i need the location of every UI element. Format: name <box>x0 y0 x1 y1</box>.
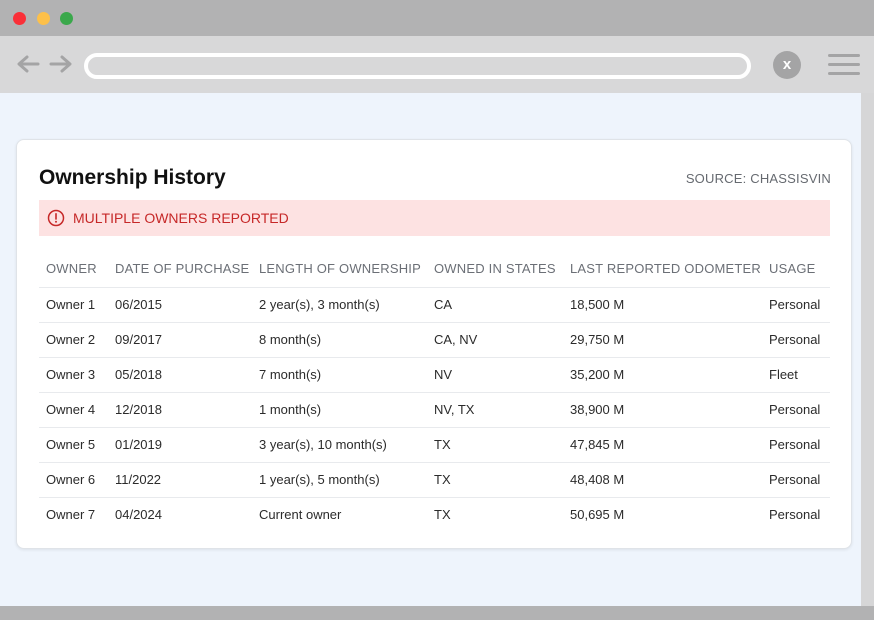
table-row: Owner 1 06/2015 2 year(s), 3 month(s) CA… <box>39 288 830 323</box>
odometer-cell: 47,845 M <box>570 437 625 452</box>
alert-text: MULTIPLE OWNERS REPORTED <box>73 210 289 226</box>
odometer-cell: 35,200 M <box>570 367 625 382</box>
date-of-purchase-cell: 01/2019 <box>115 437 162 452</box>
title-bar <box>0 0 874 36</box>
usage-cell: Personal <box>769 297 821 312</box>
length-of-ownership-cell: 3 year(s), 10 month(s) <box>259 437 387 452</box>
source-label: SOURCE: CHASSISVIN <box>685 171 831 186</box>
usage-cell: Personal <box>769 402 821 417</box>
address-bar[interactable] <box>84 53 751 79</box>
ownership-table: OWNER DATE OF PURCHASE LENGTH OF OWNERSH… <box>39 252 830 532</box>
alert-banner: MULTIPLE OWNERS REPORTED <box>39 200 830 236</box>
table-row: Owner 7 04/2024 Current owner TX 50,695 … <box>39 498 830 532</box>
ownership-history-card: Ownership History SOURCE: CHASSISVIN MUL… <box>16 139 852 549</box>
page-title: Ownership History <box>39 166 226 189</box>
usage-cell: Fleet <box>769 367 798 382</box>
length-of-ownership-cell: 8 month(s) <box>259 332 322 347</box>
usage-cell: Personal <box>769 507 821 522</box>
column-header-last-reported-odometer: LAST REPORTED ODOMETER <box>570 261 762 276</box>
table-row: Owner 3 05/2018 7 month(s) NV 35,200 M F… <box>39 358 830 393</box>
odometer-cell: 18,500 M <box>570 297 625 312</box>
window-close-button[interactable] <box>13 12 26 25</box>
odometer-cell: 48,408 M <box>570 472 625 487</box>
length-of-ownership-cell: Current owner <box>259 507 342 522</box>
table-row: Owner 2 09/2017 8 month(s) CA, NV 29,750… <box>39 323 830 358</box>
owner-cell: Owner 4 <box>46 402 96 417</box>
owned-in-states-cell: CA, NV <box>434 332 478 347</box>
table-row: Owner 5 01/2019 3 year(s), 10 month(s) T… <box>39 428 830 463</box>
odometer-cell: 29,750 M <box>570 332 625 347</box>
column-header-length-of-ownership: LENGTH OF OWNERSHIP <box>259 261 421 276</box>
owned-in-states-cell: TX <box>434 472 451 487</box>
date-of-purchase-cell: 12/2018 <box>115 402 162 417</box>
odometer-cell: 50,695 M <box>570 507 625 522</box>
odometer-cell: 38,900 M <box>570 402 625 417</box>
owned-in-states-cell: CA <box>434 297 453 312</box>
column-header-date-of-purchase: DATE OF PURCHASE <box>115 261 250 276</box>
owner-cell: Owner 1 <box>46 297 96 312</box>
column-header-owned-in-states: OWNED IN STATES <box>434 261 556 276</box>
arrow-right-icon[interactable] <box>49 54 73 74</box>
column-header-owner: OWNER <box>46 261 97 276</box>
browser-toolbar: x <box>0 36 874 93</box>
owner-cell: Owner 6 <box>46 472 96 487</box>
table-row: Owner 6 11/2022 1 year(s), 5 month(s) TX… <box>39 463 830 498</box>
date-of-purchase-cell: 09/2017 <box>115 332 162 347</box>
date-of-purchase-cell: 04/2024 <box>115 507 162 522</box>
owned-in-states-cell: NV, TX <box>434 402 475 417</box>
arrow-left-icon[interactable] <box>16 54 40 74</box>
table-row: Owner 4 12/2018 1 month(s) NV, TX 38,900… <box>39 393 830 428</box>
length-of-ownership-cell: 1 month(s) <box>259 402 322 417</box>
owner-cell: Owner 5 <box>46 437 96 452</box>
owned-in-states-cell: TX <box>434 507 451 522</box>
page-viewport: Ownership History SOURCE: CHASSISVIN MUL… <box>0 93 861 606</box>
window-minimize-button[interactable] <box>37 12 50 25</box>
date-of-purchase-cell: 06/2015 <box>115 297 162 312</box>
usage-cell: Personal <box>769 332 821 347</box>
usage-cell: Personal <box>769 437 821 452</box>
owned-in-states-cell: TX <box>434 437 451 452</box>
date-of-purchase-cell: 05/2018 <box>115 367 162 382</box>
table-header-row: OWNER DATE OF PURCHASE LENGTH OF OWNERSH… <box>39 252 830 288</box>
column-header-usage: USAGE <box>769 261 816 276</box>
hamburger-menu-icon[interactable] <box>828 52 860 76</box>
usage-cell: Personal <box>769 472 821 487</box>
vertical-scrollbar[interactable] <box>861 93 874 606</box>
owner-cell: Owner 7 <box>46 507 96 522</box>
length-of-ownership-cell: 1 year(s), 5 month(s) <box>259 472 380 487</box>
owned-in-states-cell: NV <box>434 367 453 382</box>
length-of-ownership-cell: 2 year(s), 3 month(s) <box>259 297 380 312</box>
length-of-ownership-cell: 7 month(s) <box>259 367 322 382</box>
owner-cell: Owner 2 <box>46 332 96 347</box>
browser-window: x Ownership History SOURCE: CHASSISVIN M… <box>0 0 874 620</box>
date-of-purchase-cell: 11/2022 <box>115 472 162 487</box>
close-icon[interactable]: x <box>773 51 801 79</box>
window-maximize-button[interactable] <box>60 12 73 25</box>
owner-cell: Owner 3 <box>46 367 96 382</box>
window-bottom-bar <box>0 606 874 620</box>
alert-circle-icon <box>47 209 65 227</box>
